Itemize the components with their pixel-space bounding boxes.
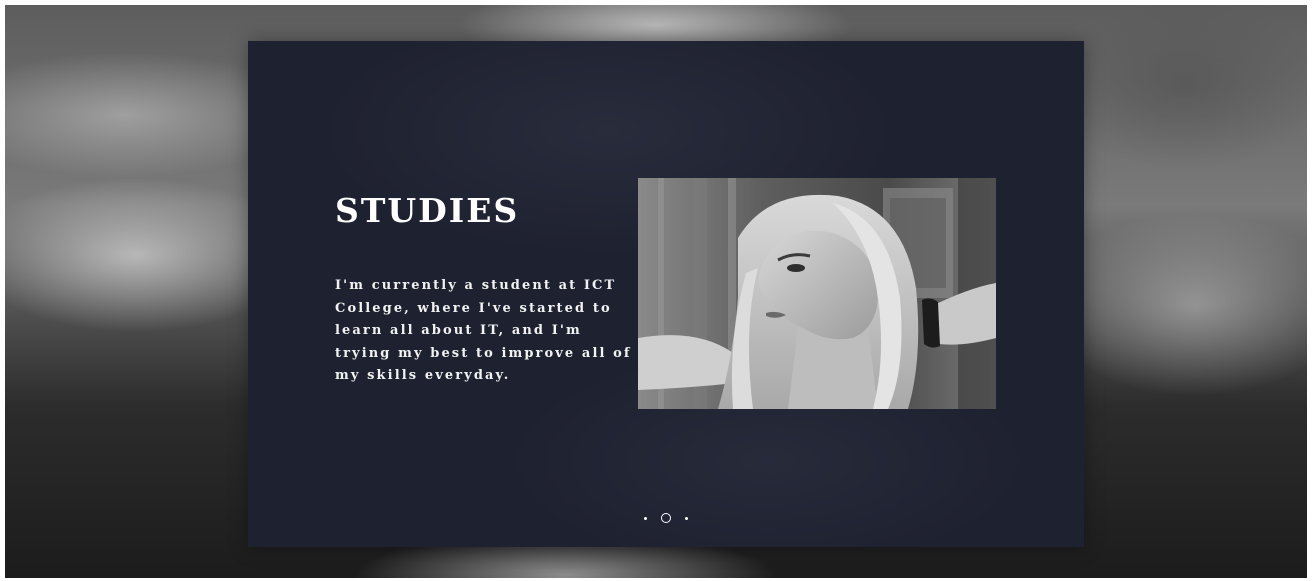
portrait-photo bbox=[638, 178, 996, 409]
section-description: I'm currently a student at ICT College, … bbox=[335, 278, 632, 384]
slider-dot-1[interactable] bbox=[644, 516, 647, 520]
slider-dot-3[interactable] bbox=[685, 516, 688, 520]
section-heading: STUDIES bbox=[335, 191, 520, 230]
page-background: STUDIES I'm currently a student at ICT C… bbox=[5, 5, 1307, 578]
slider-dot-2-active[interactable] bbox=[661, 513, 671, 523]
portrait-illustration bbox=[638, 178, 996, 409]
studies-panel: STUDIES I'm currently a student at ICT C… bbox=[248, 41, 1084, 547]
slider-pagination bbox=[248, 511, 1084, 525]
